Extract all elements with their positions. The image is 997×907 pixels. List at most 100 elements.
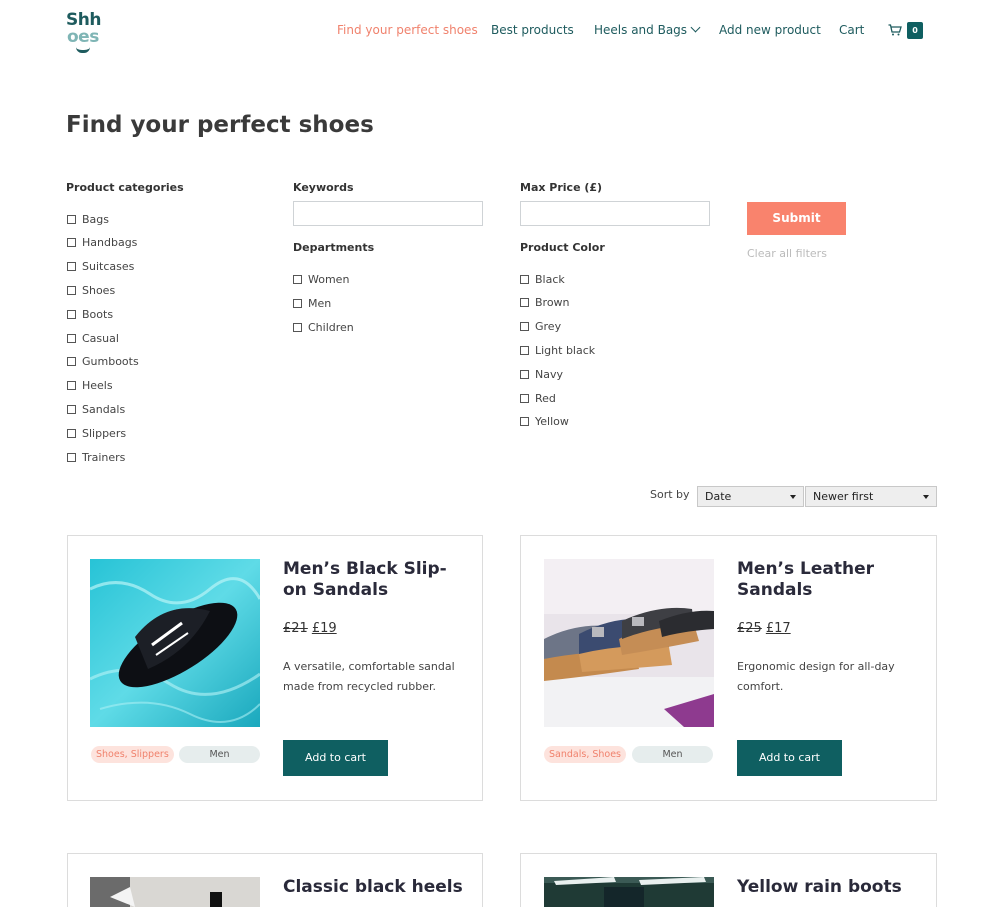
department-tag[interactable]: Men xyxy=(632,746,713,763)
category-checkbox-row[interactable]: Slippers xyxy=(67,426,126,440)
checkbox[interactable] xyxy=(67,452,76,462)
page-title: Find your perfect shoes xyxy=(66,112,374,138)
checkbox[interactable] xyxy=(67,357,76,367)
product-title[interactable]: Men’s Leather Sandals xyxy=(737,559,917,601)
department-checkbox-row[interactable]: Men xyxy=(293,296,331,310)
product-image[interactable] xyxy=(544,559,714,727)
product-card: Yellow rain boots xyxy=(520,853,937,907)
category-checkbox-label: Suitcases xyxy=(82,260,135,274)
category-checkbox-label: Slippers xyxy=(82,426,127,440)
checkbox[interactable] xyxy=(67,404,76,414)
checkbox[interactable] xyxy=(67,214,76,224)
submit-button[interactable]: Submit xyxy=(747,202,846,235)
product-image[interactable] xyxy=(90,559,260,727)
checkbox[interactable] xyxy=(293,298,302,308)
color-checkbox-row[interactable]: Red xyxy=(520,391,556,405)
product-card: Men’s Black Slip-on Sandals £21 £19 A ver… xyxy=(67,535,483,801)
logo[interactable]: Shh oes xyxy=(66,10,106,53)
checkbox[interactable] xyxy=(293,322,302,332)
sort-field-value: Date xyxy=(705,490,732,503)
color-checkbox-row[interactable]: Black xyxy=(520,272,565,286)
cart-icon[interactable] xyxy=(888,24,902,36)
department-checkbox-row[interactable]: Women xyxy=(293,272,349,286)
nav-heels-bags[interactable]: Heels and Bags xyxy=(594,22,701,37)
category-checkbox-row[interactable]: Trainers xyxy=(67,450,125,464)
color-label: Product Color xyxy=(520,241,605,254)
category-checkbox-row[interactable]: Handbags xyxy=(67,236,137,250)
checkbox[interactable] xyxy=(520,322,529,332)
product-title[interactable]: Men’s Black Slip-on Sandals xyxy=(283,559,463,601)
checkbox[interactable] xyxy=(293,274,302,284)
color-checkbox-row[interactable]: Yellow xyxy=(520,415,569,429)
logo-line-2: oes xyxy=(67,27,99,47)
product-image[interactable] xyxy=(544,877,714,907)
checkbox[interactable] xyxy=(67,285,76,295)
color-checkbox-row[interactable]: Grey xyxy=(520,320,561,334)
category-checkbox-row[interactable]: Heels xyxy=(67,379,113,393)
category-checkbox-row[interactable]: Casual xyxy=(67,331,119,345)
checkbox[interactable] xyxy=(520,298,529,308)
chevron-down-icon xyxy=(690,22,701,33)
department-tag[interactable]: Men xyxy=(179,746,260,763)
sort-field-select[interactable]: Date xyxy=(697,486,804,507)
product-card: Classic black heels xyxy=(67,853,483,907)
checkbox[interactable] xyxy=(67,428,76,438)
nav-find-shoes[interactable]: Find your perfect shoes xyxy=(337,23,478,37)
checkbox[interactable] xyxy=(67,262,76,272)
checkbox[interactable] xyxy=(67,309,76,319)
checkbox[interactable] xyxy=(520,369,529,379)
department-checkbox-label: Men xyxy=(308,296,332,310)
departments-label: Departments xyxy=(293,241,375,254)
checkbox[interactable] xyxy=(520,417,529,427)
sort-label: Sort by xyxy=(650,488,690,501)
clear-filters-link[interactable]: Clear all filters xyxy=(747,247,827,260)
category-checkbox-row[interactable]: Boots xyxy=(67,307,113,321)
color-checkbox-row[interactable]: Light black xyxy=(520,343,595,357)
category-checkbox-row[interactable]: Shoes xyxy=(67,283,115,297)
checkbox[interactable] xyxy=(520,345,529,355)
color-checkbox-label: Yellow xyxy=(535,415,569,429)
nav-heels-bags-label: Heels and Bags xyxy=(594,23,688,37)
checkbox[interactable] xyxy=(67,381,76,391)
current-price: £19 xyxy=(311,621,337,636)
add-to-cart-button[interactable]: Add to cart xyxy=(283,740,388,776)
checkbox[interactable] xyxy=(67,333,76,343)
department-checkbox-label: Children xyxy=(308,320,354,334)
max-price-input[interactable] xyxy=(520,201,710,226)
checkbox[interactable] xyxy=(520,274,529,284)
old-price: £21 xyxy=(283,621,308,636)
category-tag[interactable]: Shoes, Slippers xyxy=(91,746,174,763)
sort-order-select[interactable]: Newer first xyxy=(805,486,937,507)
nav-cart[interactable]: Cart xyxy=(839,23,864,37)
checkbox[interactable] xyxy=(520,393,529,403)
color-checkbox-label: Grey xyxy=(535,320,562,334)
department-checkbox-row[interactable]: Children xyxy=(293,320,354,334)
category-checkbox-row[interactable]: Gumboots xyxy=(67,355,139,369)
dropdown-arrow-icon xyxy=(923,495,929,499)
checkbox[interactable] xyxy=(67,238,76,248)
category-checkbox-label: Handbags xyxy=(82,236,138,250)
category-checkbox-row[interactable]: Sandals xyxy=(67,402,125,416)
category-checkbox-row[interactable]: Suitcases xyxy=(67,260,134,274)
color-checkbox-label: Brown xyxy=(535,296,570,310)
color-checkbox-label: Red xyxy=(535,391,556,405)
dropdown-arrow-icon xyxy=(790,495,796,499)
color-checkbox-row[interactable]: Brown xyxy=(520,296,570,310)
product-title[interactable]: Classic black heels xyxy=(283,877,463,898)
nav-add-product[interactable]: Add new product xyxy=(719,23,821,37)
current-price: £17 xyxy=(765,621,791,636)
category-checkbox-label: Casual xyxy=(82,331,119,345)
category-tag[interactable]: Sandals, Shoes xyxy=(544,746,627,763)
nav-best-products[interactable]: Best products xyxy=(491,23,574,37)
product-description: A versatile, comfortable sandal made fro… xyxy=(283,660,455,693)
category-checkbox-row[interactable]: Bags xyxy=(67,212,109,226)
color-checkbox-row[interactable]: Navy xyxy=(520,367,563,381)
old-price: £25 xyxy=(737,621,762,636)
keywords-input[interactable] xyxy=(293,201,483,226)
product-image[interactable] xyxy=(90,877,260,907)
product-title[interactable]: Yellow rain boots xyxy=(737,877,917,898)
color-checkbox-label: Black xyxy=(535,272,565,286)
add-to-cart-button[interactable]: Add to cart xyxy=(737,740,842,776)
department-checkbox-label: Women xyxy=(308,272,350,286)
category-checkbox-label: Boots xyxy=(82,307,114,321)
